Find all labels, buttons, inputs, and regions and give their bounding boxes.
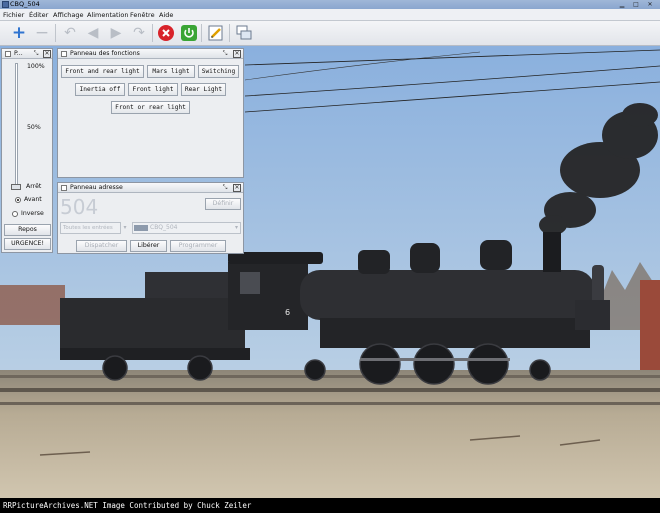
- windows-icon[interactable]: [234, 23, 254, 43]
- forward-radio[interactable]: [15, 197, 21, 203]
- add-icon[interactable]: +: [9, 23, 29, 43]
- chevron-down-icon[interactable]: ▾: [235, 223, 238, 233]
- functions-panel-header: Panneau des fonctions ⤡ ✕: [58, 49, 243, 59]
- close-icon[interactable]: ✕: [43, 50, 51, 58]
- menu-window[interactable]: Fenêtre: [130, 10, 155, 20]
- function-button-rear-light[interactable]: Rear Light: [181, 83, 226, 96]
- roster-entry-select[interactable]: CBQ_504 ▾: [132, 222, 241, 234]
- stop-icon[interactable]: [156, 23, 176, 43]
- photo-credit: RRPictureArchives.NET Image Contributed …: [0, 498, 660, 513]
- address-panel-title: Panneau adresse: [70, 184, 123, 191]
- function-button-mars-light[interactable]: Mars light: [147, 65, 195, 78]
- roster-selected-label: CBQ_504: [150, 224, 178, 231]
- menu-power[interactable]: Alimentation: [87, 10, 129, 20]
- slider-mark-50: 50%: [27, 124, 41, 131]
- throttle-panel: P... ⤡ ✕ 100% 50% Arrêt Avant Inverse Re…: [1, 48, 53, 253]
- restore-icon[interactable]: ⤡: [221, 50, 229, 58]
- power-icon[interactable]: [179, 23, 199, 43]
- roster-filter-select[interactable]: Toutes les entrées: [60, 222, 121, 234]
- menu-view[interactable]: Affichage: [53, 10, 84, 20]
- function-button-front-light[interactable]: Front light: [128, 83, 178, 96]
- chevron-down-icon[interactable]: ▾: [121, 222, 129, 234]
- define-button[interactable]: Définir: [205, 198, 241, 210]
- function-button-inertia-off[interactable]: Inertia off: [75, 83, 125, 96]
- close-icon[interactable]: ✕: [233, 184, 241, 192]
- minimize-icon[interactable]: ▁: [617, 1, 627, 8]
- panel-checkbox[interactable]: [61, 185, 67, 191]
- throttle-panel-header: P... ⤡ ✕: [2, 49, 52, 59]
- emergency-stop-button[interactable]: URGENCE!: [4, 238, 51, 250]
- slider-mark-100: 100%: [27, 63, 45, 70]
- app-icon: [2, 1, 9, 8]
- function-button-front-or-rear-light[interactable]: Front or rear light: [111, 101, 190, 114]
- forward-arrow-icon[interactable]: ▶: [106, 23, 126, 43]
- back-arrow-icon[interactable]: ◀: [83, 23, 103, 43]
- speed-slider-track[interactable]: [15, 63, 18, 187]
- maximize-icon[interactable]: □: [631, 1, 641, 8]
- panel-checkbox[interactable]: [61, 51, 67, 57]
- function-button-switching[interactable]: Switching: [198, 65, 239, 78]
- throttle-panel-title: P...: [14, 50, 23, 57]
- restore-icon[interactable]: ⤡: [32, 50, 40, 58]
- panel-checkbox[interactable]: [5, 51, 11, 57]
- window-title: CBQ_504: [10, 0, 40, 8]
- edit-icon[interactable]: [206, 23, 226, 43]
- function-button-front-rear-light[interactable]: Front and rear light: [61, 65, 144, 78]
- remove-icon[interactable]: −: [32, 23, 52, 43]
- restore-icon[interactable]: ⤡: [221, 184, 229, 192]
- functions-panel: Panneau des fonctions ⤡ ✕ Front and rear…: [57, 48, 244, 178]
- functions-panel-title: Panneau des fonctions: [70, 50, 140, 57]
- menu-bar: Fichier Éditer Affichage Alimentation Fe…: [0, 9, 660, 21]
- address-panel: Panneau adresse ⤡ ✕ 504 Définir Toutes l…: [57, 182, 244, 254]
- undo-icon[interactable]: ↶: [60, 23, 80, 43]
- redo-icon[interactable]: ↷: [129, 23, 149, 43]
- forward-label: Avant: [24, 196, 42, 203]
- program-button[interactable]: Programmer: [170, 240, 226, 252]
- release-button[interactable]: Libérer: [130, 240, 167, 252]
- idle-button[interactable]: Repos: [4, 224, 51, 236]
- address-field[interactable]: 504: [60, 195, 200, 219]
- speed-slider-thumb[interactable]: [11, 184, 21, 190]
- reverse-radio[interactable]: [12, 211, 18, 217]
- close-icon[interactable]: ✕: [645, 1, 655, 8]
- dispatch-button[interactable]: Dispatcher: [76, 240, 127, 252]
- stop-label: Arrêt: [26, 183, 42, 190]
- address-panel-header: Panneau adresse ⤡ ✕: [58, 183, 243, 193]
- locomotive-thumbnail-icon: [134, 225, 148, 231]
- menu-help[interactable]: Aide: [159, 10, 173, 20]
- title-bar: CBQ_504 ▁ □ ✕: [0, 0, 660, 9]
- menu-file[interactable]: Fichier: [3, 10, 24, 20]
- reverse-label: Inverse: [21, 210, 44, 217]
- locomotive-number: 6: [285, 308, 290, 317]
- toolbar: + − ↶ ◀ ▶ ↷: [0, 21, 660, 46]
- menu-edit[interactable]: Éditer: [29, 10, 48, 20]
- close-icon[interactable]: ✕: [233, 50, 241, 58]
